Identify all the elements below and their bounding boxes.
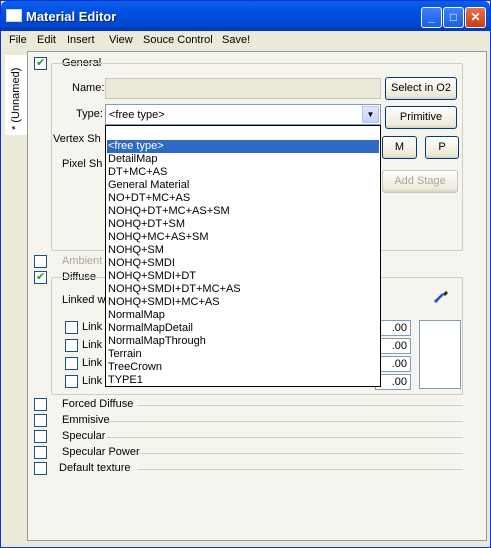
type-option[interactable]: NOHQ+SMDI <box>107 257 379 270</box>
ambient-checkbox[interactable] <box>34 255 47 268</box>
type-option[interactable]: NOHQ+SM <box>107 244 379 257</box>
menu-bar: File Edit Insert View Souce Control Save… <box>2 31 489 49</box>
vertex-shader-label: Vertex Sh <box>53 133 101 145</box>
maximize-button[interactable]: □ <box>443 7 464 28</box>
link-label-1: Link <box>82 321 103 333</box>
type-option[interactable]: NOHQ+MC+AS+SM <box>107 231 379 244</box>
ambient-label: Ambient <box>62 255 103 267</box>
type-dropdown-list: <free type> DetailMap DT+MC+AS General M… <box>105 125 381 387</box>
type-option[interactable]: TYPE1 <box>107 374 379 387</box>
material-editor-window: Material Editor _ □ ✕ File Edit Insert V… <box>0 0 491 548</box>
type-option[interactable]: NormalMapThrough <box>107 335 379 348</box>
chevron-down-icon[interactable]: ▼ <box>362 106 379 123</box>
diffuse-color-swatch[interactable] <box>419 320 461 389</box>
eyedropper-icon[interactable] <box>433 286 451 304</box>
app-icon <box>6 9 22 22</box>
link-checkbox-4[interactable] <box>65 375 78 388</box>
type-select[interactable]: <free type> ▼ <box>105 104 381 125</box>
link-checkbox-3[interactable] <box>65 357 78 370</box>
emmisive-divider <box>109 421 463 422</box>
general-checkbox[interactable] <box>34 56 47 70</box>
close-button[interactable]: ✕ <box>465 7 486 28</box>
linked-with-label: Linked wi <box>62 294 108 306</box>
forced-diffuse-label: Forced Diffuse <box>62 398 134 410</box>
tab-unnamed[interactable]: * (Unnamed) <box>5 55 27 135</box>
type-option[interactable]: NOHQ+SMDI+MC+AS <box>107 296 379 309</box>
type-option[interactable]: NOHQ+SMDI+DT <box>107 270 379 283</box>
diffuse-checkbox[interactable] <box>34 270 47 284</box>
specular-power-label: Specular Power <box>62 446 140 458</box>
type-option-detailmap[interactable]: DetailMap <box>107 153 379 166</box>
menu-source-control[interactable]: Souce Control <box>143 34 213 46</box>
type-option[interactable]: General Material <box>107 179 379 192</box>
link-label-2: Link <box>82 339 103 351</box>
type-option[interactable]: NOHQ+SMDI+DT+MC+AS <box>107 283 379 296</box>
link-label-4: Link <box>82 375 103 387</box>
add-stage-button: Add Stage <box>382 170 458 193</box>
forced-diffuse-checkbox[interactable] <box>34 398 47 411</box>
emmisive-label: Emmisive <box>62 414 110 426</box>
primitive-button[interactable]: Primitive <box>385 106 457 129</box>
specular-power-checkbox[interactable] <box>34 446 47 459</box>
type-option[interactable]: NOHQ+DT+MC+AS+SM <box>107 205 379 218</box>
type-option[interactable]: TreeCrown <box>107 361 379 374</box>
link-label-3: Link <box>82 357 103 369</box>
tab-unnamed-label: * (Unnamed) <box>10 67 22 130</box>
name-field <box>105 78 381 99</box>
type-option[interactable]: NormalMapDetail <box>107 322 379 335</box>
m-button[interactable]: M <box>382 136 417 159</box>
link-checkbox-1[interactable] <box>65 321 78 334</box>
specular-divider <box>107 437 463 438</box>
menu-insert[interactable]: Insert <box>67 34 95 46</box>
p-button[interactable]: P <box>425 136 459 159</box>
link-checkbox-2[interactable] <box>65 339 78 352</box>
default-texture-divider <box>137 469 463 470</box>
menu-save[interactable]: Save! <box>222 34 250 46</box>
type-option[interactable]: NormalMap <box>107 309 379 322</box>
window-title: Material Editor <box>26 9 117 24</box>
pixel-shader-label: Pixel Sh <box>62 158 103 170</box>
type-selected-value: <free type> <box>109 109 165 121</box>
forced-diffuse-divider <box>137 405 463 406</box>
select-in-o2-button[interactable]: Select in O2 <box>385 77 457 100</box>
default-texture-label: Default texture <box>59 462 131 474</box>
type-label: Type: <box>76 108 103 120</box>
menu-edit[interactable]: Edit <box>37 34 56 46</box>
type-option[interactable]: Terrain <box>107 348 379 361</box>
type-option-free[interactable]: <free type> <box>106 139 380 154</box>
name-label: Name: <box>72 82 105 94</box>
default-texture-checkbox[interactable] <box>34 462 47 475</box>
type-option[interactable]: NO+DT+MC+AS <box>107 192 379 205</box>
title-bar[interactable]: Material Editor _ □ ✕ <box>1 1 490 31</box>
type-option[interactable]: NOHQ+DT+SM <box>107 218 379 231</box>
specular-power-divider <box>139 453 463 454</box>
type-option[interactable]: DT+MC+AS <box>107 166 379 179</box>
specular-checkbox[interactable] <box>34 430 47 443</box>
emmisive-checkbox[interactable] <box>34 414 47 427</box>
minimize-button[interactable]: _ <box>421 7 442 28</box>
menu-file[interactable]: File <box>9 34 27 46</box>
menu-view[interactable]: View <box>109 34 133 46</box>
specular-label: Specular <box>62 430 106 442</box>
